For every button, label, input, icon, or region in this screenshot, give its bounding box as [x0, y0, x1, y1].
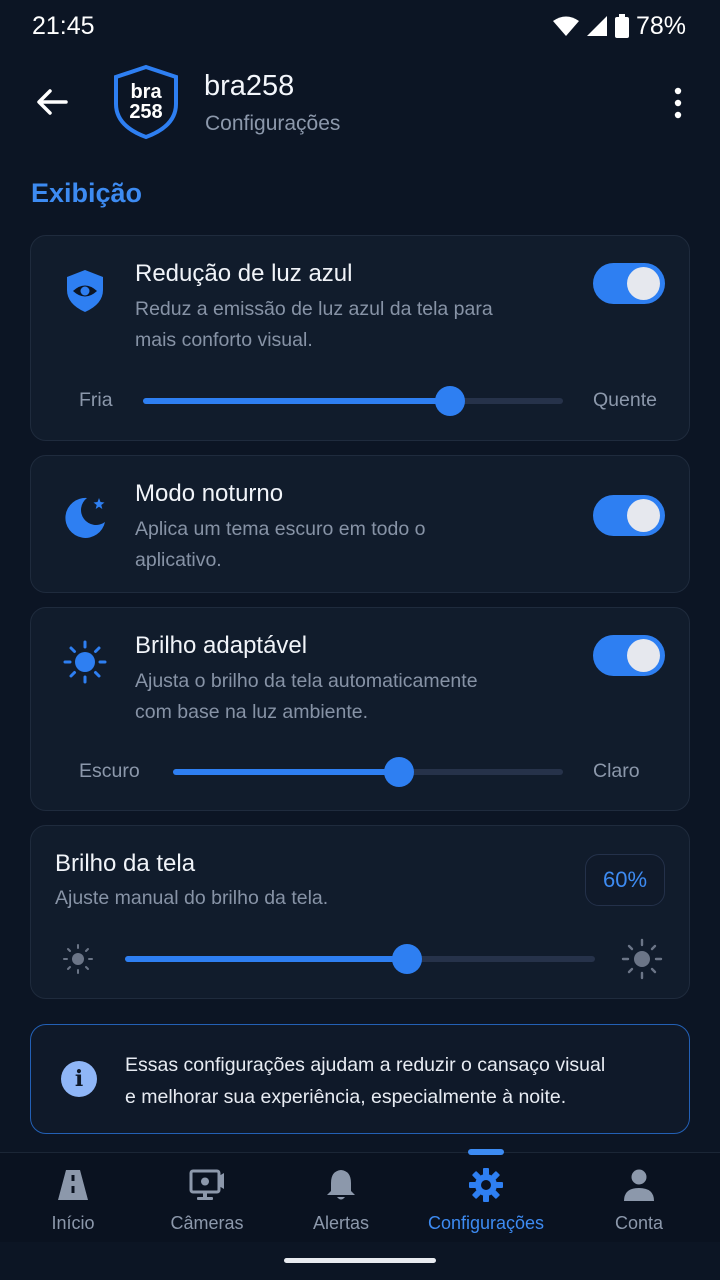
info-text: Essas configurações ajudam a reduzir o c… — [125, 1049, 605, 1113]
adaptive-brightness-title: Brilho adaptável — [135, 632, 308, 659]
blue-light-title: Redução de luz azul — [135, 260, 353, 287]
sun-dim-icon — [63, 944, 93, 974]
info-text-line-1: Essas configurações ajudam a reduzir o c… — [125, 1054, 606, 1076]
nav-item-alertas[interactable]: Alertas — [286, 1153, 396, 1243]
shield-eye-icon — [67, 270, 103, 312]
screen-brightness-title: Brilho da tela — [55, 850, 196, 877]
info-text-line-2: e melhorar sua experiência, especialment… — [125, 1086, 567, 1108]
ambient-light-slider[interactable] — [173, 757, 563, 787]
battery-level: 78% — [635, 11, 686, 40]
adaptive-brightness-description: Ajusta o brilho da tela automaticamente … — [135, 670, 478, 723]
toggle-knob — [627, 639, 660, 672]
toggle-knob — [627, 499, 660, 532]
nav-item-cameras[interactable]: Câmeras — [152, 1153, 262, 1243]
adaptive-brightness-toggle[interactable] — [593, 635, 665, 676]
sun-icon — [63, 640, 107, 684]
camera-icon — [189, 1169, 224, 1200]
gear-icon — [469, 1168, 503, 1202]
status-icons: 78% — [552, 12, 686, 41]
slider-fill — [173, 769, 400, 775]
blue-light-toggle[interactable] — [593, 263, 665, 304]
back-arrow-icon[interactable] — [34, 84, 70, 120]
slider-max-label: Quente — [593, 389, 657, 411]
signal-icon — [586, 16, 607, 36]
slider-fill — [125, 956, 407, 962]
battery-icon — [614, 14, 629, 38]
slider-thumb[interactable] — [384, 757, 415, 787]
nav-label: Conta — [614, 1213, 664, 1233]
road-icon — [58, 1170, 88, 1200]
slider-thumb[interactable] — [392, 944, 422, 974]
info-card: i Essas configurações ajudam a reduzir o… — [30, 1024, 690, 1134]
nav-label: Câmeras — [170, 1213, 244, 1233]
section-title: Exibição — [31, 178, 143, 208]
bottom-navigation: Início Câmeras Alertas Configurações Con… — [0, 1149, 720, 1243]
color-temperature-slider[interactable] — [143, 386, 563, 416]
night-mode-description: Aplica um tema escuro em todo o aplicati… — [135, 518, 426, 571]
blue-light-description: Reduz a emissão de luz azul da tela para… — [135, 298, 493, 351]
person-icon — [624, 1169, 654, 1201]
status-time: 21:45 — [32, 11, 95, 40]
blue-light-card: Redução de luz azul Reduz a emissão de l… — [30, 235, 690, 441]
more-options-icon[interactable] — [664, 86, 692, 120]
sun-bright-icon — [621, 938, 663, 980]
page-title: bra258 — [204, 70, 295, 102]
moon-icon — [65, 497, 105, 538]
night-mode-title: Modo noturno — [135, 480, 284, 507]
adaptive-brightness-card: Brilho adaptável Ajusta o brilho da tela… — [30, 607, 690, 811]
info-icon: i — [61, 1061, 97, 1097]
nav-label: Alertas — [312, 1213, 370, 1233]
slider-fill — [143, 398, 450, 404]
nav-item-inicio[interactable]: Início — [18, 1153, 128, 1243]
home-indicator[interactable] — [284, 1258, 436, 1263]
nav-label: Início — [51, 1213, 95, 1233]
app-logo: bra 258 — [112, 64, 180, 140]
slider-min-label: Escuro — [79, 760, 140, 782]
screen-brightness-description: Ajuste manual do brilho da tela. — [55, 887, 329, 909]
nav-item-conta[interactable]: Conta — [584, 1153, 694, 1243]
slider-thumb[interactable] — [434, 386, 465, 416]
status-bar: 21:45 78% — [0, 0, 720, 52]
brightness-value-badge: 60% — [585, 854, 665, 906]
app-header: bra 258 bra258 Configurações — [0, 60, 720, 146]
page-subtitle: Configurações — [205, 112, 341, 135]
nav-item-configuracoes[interactable]: Configurações — [420, 1153, 552, 1243]
bell-icon — [327, 1170, 355, 1200]
slider-min-label: Fria — [79, 389, 113, 411]
screen-brightness-slider[interactable] — [125, 944, 595, 974]
wifi-icon — [552, 16, 579, 36]
slider-max-label: Claro — [593, 760, 640, 782]
screen-brightness-card: Brilho da tela Ajuste manual do brilho d… — [30, 825, 690, 999]
logo-text-top: bra — [130, 81, 162, 103]
nav-label: Configurações — [427, 1213, 545, 1233]
night-mode-card: Modo noturno Aplica um tema escuro em to… — [30, 455, 690, 593]
night-mode-toggle[interactable] — [593, 495, 665, 536]
toggle-knob — [627, 267, 660, 300]
logo-text-bottom: 258 — [129, 101, 162, 123]
